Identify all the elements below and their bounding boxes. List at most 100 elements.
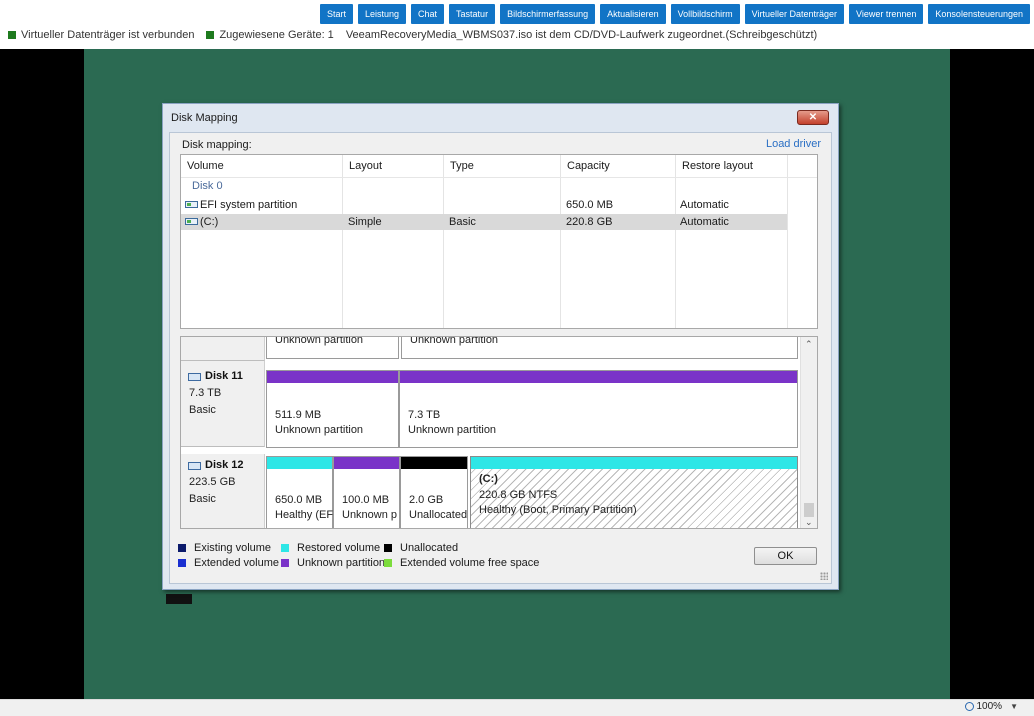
partition-block[interactable]: 650.0 MB Healthy (EFI [266, 456, 337, 528]
disk-mapping-label: Disk mapping: [182, 139, 252, 151]
partition-size: 2.0 GB [409, 494, 444, 506]
console-toolbar: Start Leistung Chat Tastatur Bildschirme… [315, 4, 1030, 24]
virtual-media-button[interactable]: Virtueller Datenträger [744, 4, 845, 24]
zoom-control[interactable]: 100% ▼ [964, 701, 1018, 712]
viewer-status-bar: 100% ▼ [0, 699, 1034, 716]
legend-swatch-icon [178, 559, 186, 567]
scroll-down-icon[interactable]: ⌄ [805, 517, 813, 528]
volume-name: (C:) [200, 216, 219, 228]
partition-block[interactable]: 511.9 MB Unknown partition [266, 370, 399, 448]
dialog-title: Disk Mapping [171, 112, 238, 124]
load-driver-link[interactable]: Load driver [766, 138, 821, 150]
legend-item: Existing volume [178, 542, 271, 554]
partition-label: (C:) [479, 473, 498, 485]
resize-grip-icon[interactable] [820, 572, 828, 580]
close-button[interactable]: ✕ [797, 110, 829, 125]
column-capacity[interactable]: Capacity [561, 155, 676, 328]
start-button[interactable]: Start [319, 4, 353, 24]
status-text: Zugewiesene Geräte: 1 [219, 29, 334, 41]
partition-size: 100.0 MB [342, 494, 390, 506]
disk-layout-view[interactable]: Unknown partition Unknown partition Disk… [180, 336, 818, 529]
partition-desc: Healthy (EFI [275, 509, 337, 521]
legend-swatch-icon [281, 559, 289, 567]
partition-desc: Unknown partition [408, 424, 497, 436]
scroll-up-icon[interactable]: ⌃ [805, 339, 813, 350]
column-layout[interactable]: Layout [343, 155, 444, 328]
assigned-devices-status: Zugewiesene Geräte: 1 [206, 29, 334, 41]
restore-layout-cell: Automatic [680, 199, 729, 211]
disk-type: Basic [189, 493, 216, 505]
partition-desc: Unallocated [409, 509, 468, 521]
dialog-body: Disk mapping: Load driver Volume Layout … [169, 132, 832, 584]
table-row[interactable]: (C:) Simple Basic 220.8 GB Automatic [181, 214, 787, 230]
ok-button[interactable]: OK [754, 547, 817, 565]
partition-block[interactable]: 7.3 TB Unknown partition [399, 370, 798, 448]
disk-icon [188, 462, 201, 470]
legend-item: Restored volume [281, 542, 380, 554]
fullscreen-button[interactable]: Vollbildschirm [670, 4, 740, 24]
legend-item: Unknown partition [281, 557, 385, 569]
status-indicator-icon [8, 31, 16, 39]
partition-block[interactable]: 2.0 GB Unallocated [400, 456, 468, 528]
column-restore-layout[interactable]: Restore layout [676, 155, 788, 328]
legend-label: Extended volume free space [400, 557, 540, 569]
zoom-icon [964, 702, 974, 711]
console-controls-button[interactable]: Konsolensteuerungen [928, 4, 1030, 24]
disk-info-partial [181, 337, 265, 361]
chevron-down-icon[interactable]: ▼ [1010, 702, 1018, 711]
screen-capture-button[interactable]: Bildschirmerfassung [500, 4, 596, 24]
legend-swatch-icon [384, 544, 392, 552]
legend-item: Unallocated [384, 542, 458, 554]
volume-table[interactable]: Volume Layout Type Capacity Restore layo… [180, 154, 818, 329]
partition-block[interactable]: Unknown partition [401, 337, 798, 359]
status-bar: Virtueller Datenträger ist verbunden Zug… [8, 27, 829, 43]
status-text: Virtueller Datenträger ist verbunden [21, 29, 195, 41]
chat-button[interactable]: Chat [411, 4, 445, 24]
disk-name: Disk 12 [205, 459, 244, 471]
restore-layout-cell: Automatic [680, 216, 729, 228]
disconnect-viewer-button[interactable]: Viewer trennen [849, 4, 924, 24]
partition-desc: Unknown p [342, 509, 398, 521]
volume-cell: (C:) [185, 216, 218, 228]
disk-12-info[interactable]: Disk 12 223.5 GB Basic [181, 454, 265, 528]
disk-11-info[interactable]: Disk 11 7.3 TB Basic [181, 361, 265, 447]
partition-size: 7.3 TB [408, 409, 441, 421]
disk-view-scrollbar[interactable]: ⌃ ⌄ [800, 337, 817, 528]
column-type[interactable]: Type [444, 155, 561, 328]
disk-name: Disk 11 [205, 370, 243, 382]
partition-bar [401, 457, 467, 469]
disk-icon [188, 373, 201, 381]
volume-name: EFI system partition [200, 199, 298, 211]
refresh-button[interactable]: Aktualisieren [600, 4, 666, 24]
type-cell: Basic [449, 216, 476, 228]
layout-cell: Simple [348, 216, 382, 228]
partition-size: 511.9 MB [275, 409, 322, 421]
legend-label: Unknown partition [297, 557, 386, 569]
legend-swatch-icon [384, 559, 392, 567]
partition-size: 220.8 GB NTFS [479, 489, 558, 501]
partition-desc: Healthy (Boot, Primary Partition) [479, 504, 637, 516]
performance-button[interactable]: Leistung [358, 4, 407, 24]
disk-type: Basic [189, 404, 216, 416]
scroll-thumb[interactable] [804, 503, 814, 517]
table-header-divider [181, 155, 817, 178]
partition-block[interactable]: Unknown partition [266, 336, 399, 359]
iso-mapped-message: VeeamRecoveryMedia_WBMS037.iso ist dem C… [345, 29, 818, 41]
partition-bar [400, 371, 797, 383]
partition-desc: Unknown partition [275, 336, 364, 346]
legend-item: Extended volume free space [384, 557, 539, 569]
partition-bar [334, 457, 399, 469]
keyboard-button[interactable]: Tastatur [449, 4, 496, 24]
partition-desc: Unknown partition [275, 424, 364, 436]
table-row[interactable]: EFI system partition 650.0 MB Automatic [181, 197, 787, 213]
partition-size: 650.0 MB [275, 494, 323, 506]
legend-label: Unallocated [400, 542, 459, 554]
partition-block-c[interactable]: (C:) 220.8 GB NTFS Healthy (Boot, Primar… [470, 456, 798, 528]
partition-bar [267, 371, 398, 383]
legend-swatch-icon [281, 544, 289, 552]
partition-block[interactable]: 100.0 MB Unknown p [333, 456, 400, 528]
partition-bar [267, 457, 332, 469]
status-indicator-icon [206, 31, 215, 39]
capacity-cell: 220.8 GB [566, 216, 613, 228]
legend-label: Existing volume [194, 542, 272, 554]
